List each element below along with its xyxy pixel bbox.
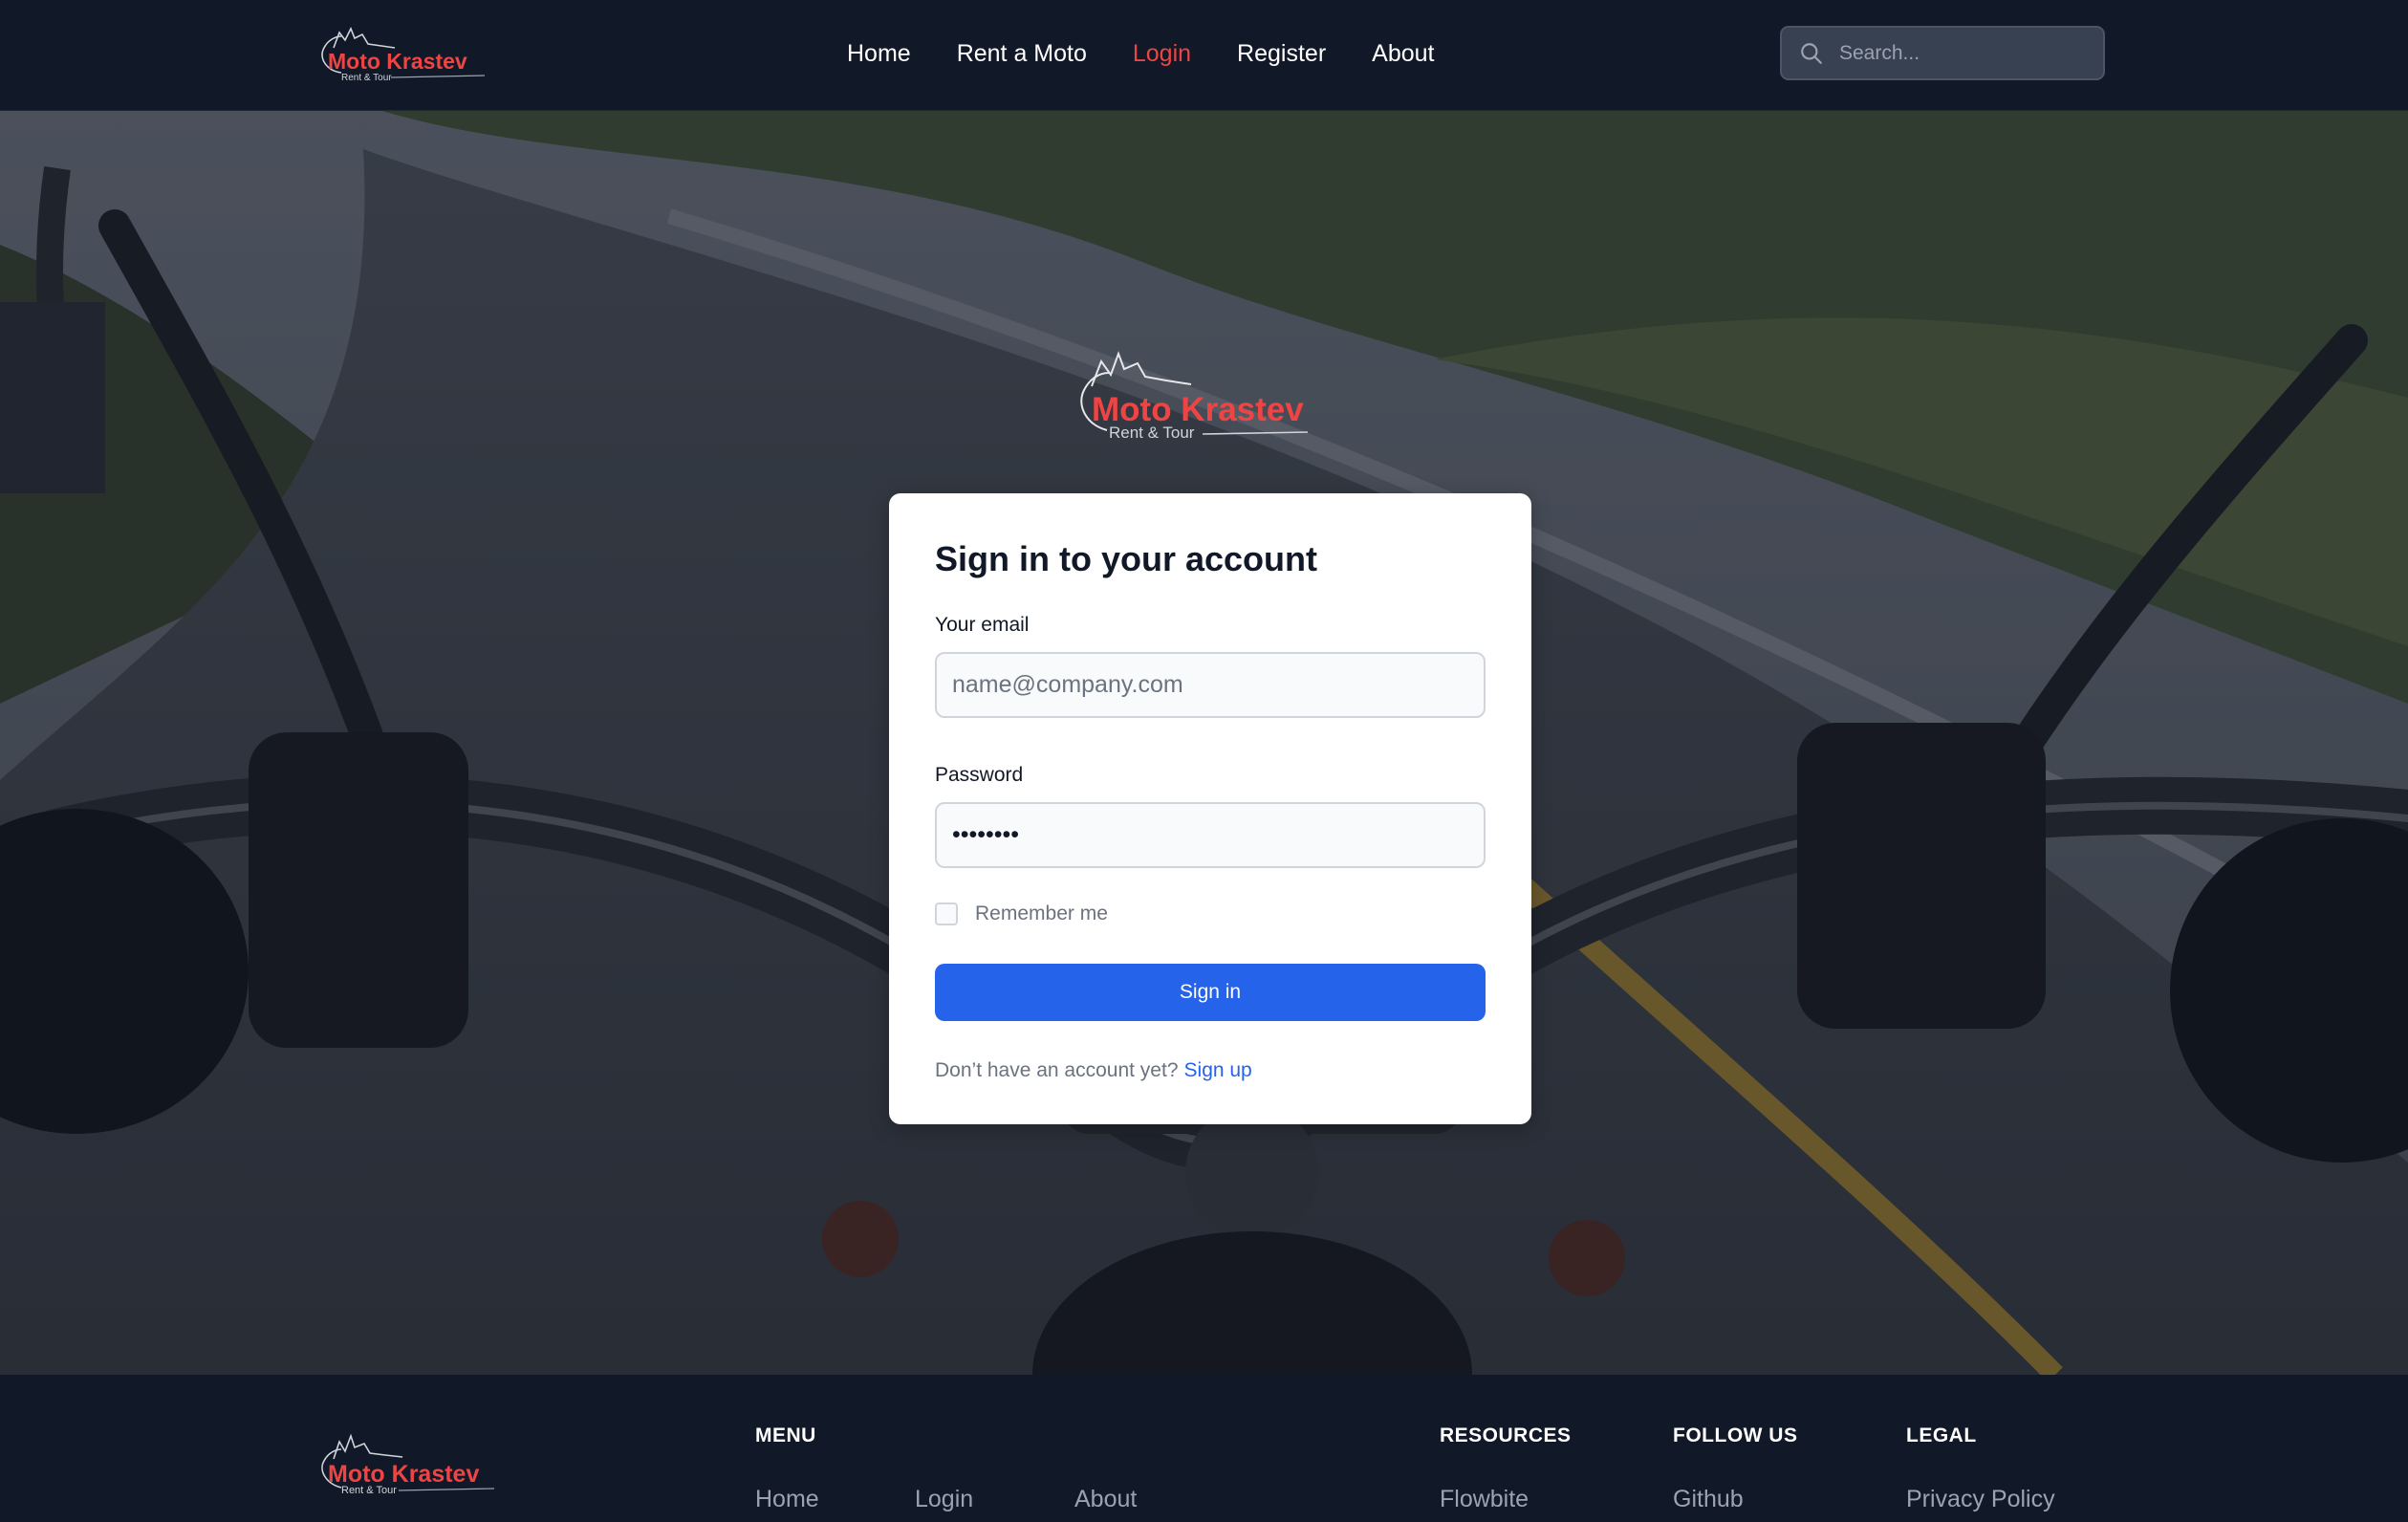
center-brand-tagline: Rent & Tour — [1109, 424, 1195, 442]
footer-link-flowbite[interactable]: Flowbite — [1440, 1486, 1529, 1513]
nav-link-about[interactable]: About — [1372, 40, 1434, 68]
hero-section: Moto Krastev Rent & Tour Sign in to your… — [0, 111, 2408, 1375]
nav-link-register[interactable]: Register — [1237, 40, 1326, 68]
email-label: Your email — [935, 614, 1030, 636]
center-brand-logo: Moto Krastev Rent & Tour — [1080, 351, 1309, 442]
footer: Moto Krastev Rent & Tour MENU Home Login… — [0, 1375, 2408, 1522]
footer-follow-heading: FOLLOW US — [1673, 1424, 1798, 1446]
nav-link-login[interactable]: Login — [1133, 40, 1191, 68]
brand-name: Moto Krastev — [328, 49, 467, 74]
search-icon — [1797, 39, 1826, 68]
search-box[interactable] — [1780, 26, 2105, 80]
footer-legal-heading: LEGAL — [1906, 1424, 1977, 1446]
footer-resources-heading: RESOURCES — [1440, 1424, 1572, 1446]
footer-menu-heading: MENU — [755, 1424, 816, 1446]
nav-link-rent-a-moto[interactable]: Rent a Moto — [957, 40, 1087, 68]
email-field-group: Your email — [935, 614, 1486, 718]
remember-me-label[interactable]: Remember me — [975, 902, 1108, 925]
footer-link-login[interactable]: Login — [915, 1486, 973, 1513]
footer-brand-tagline: Rent & Tour — [341, 1485, 397, 1496]
main-nav: Home Rent a Moto Login Register About — [847, 0, 1434, 107]
footer-link-privacy-policy[interactable]: Privacy Policy — [1906, 1486, 2055, 1513]
sign-up-link[interactable]: Sign up — [1184, 1059, 1252, 1081]
footer-brand-logo[interactable]: Moto Krastev Rent & Tour — [313, 1417, 504, 1503]
password-field-group: Password — [935, 764, 1486, 868]
password-field[interactable] — [935, 802, 1486, 868]
navbar: Moto Krastev Rent & Tour Home Rent a Mot… — [0, 0, 2408, 111]
password-label: Password — [935, 764, 1024, 786]
sign-in-button[interactable]: Sign in — [935, 964, 1486, 1021]
footer-link-home[interactable]: Home — [755, 1486, 819, 1513]
footer-link-github[interactable]: Github — [1673, 1486, 1744, 1513]
signup-prompt-text: Don’t have an account yet? — [935, 1059, 1179, 1081]
search-input[interactable] — [1839, 41, 2088, 65]
email-field[interactable] — [935, 652, 1486, 718]
footer-link-about[interactable]: About — [1074, 1486, 1137, 1513]
brand-tagline: Rent & Tour — [341, 73, 392, 83]
remember-me-row: Remember me — [935, 902, 1486, 925]
brand-logo[interactable]: Moto Krastev Rent & Tour — [313, 15, 494, 92]
login-card: Sign in to your account Your email Passw… — [889, 493, 1531, 1124]
login-title: Sign in to your account — [935, 539, 1318, 578]
remember-me-checkbox[interactable] — [935, 902, 958, 925]
nav-link-home[interactable]: Home — [847, 40, 911, 68]
signup-prompt-row: Don’t have an account yet? Sign up — [935, 1059, 1486, 1082]
footer-brand-name: Moto Krastev — [328, 1461, 479, 1488]
